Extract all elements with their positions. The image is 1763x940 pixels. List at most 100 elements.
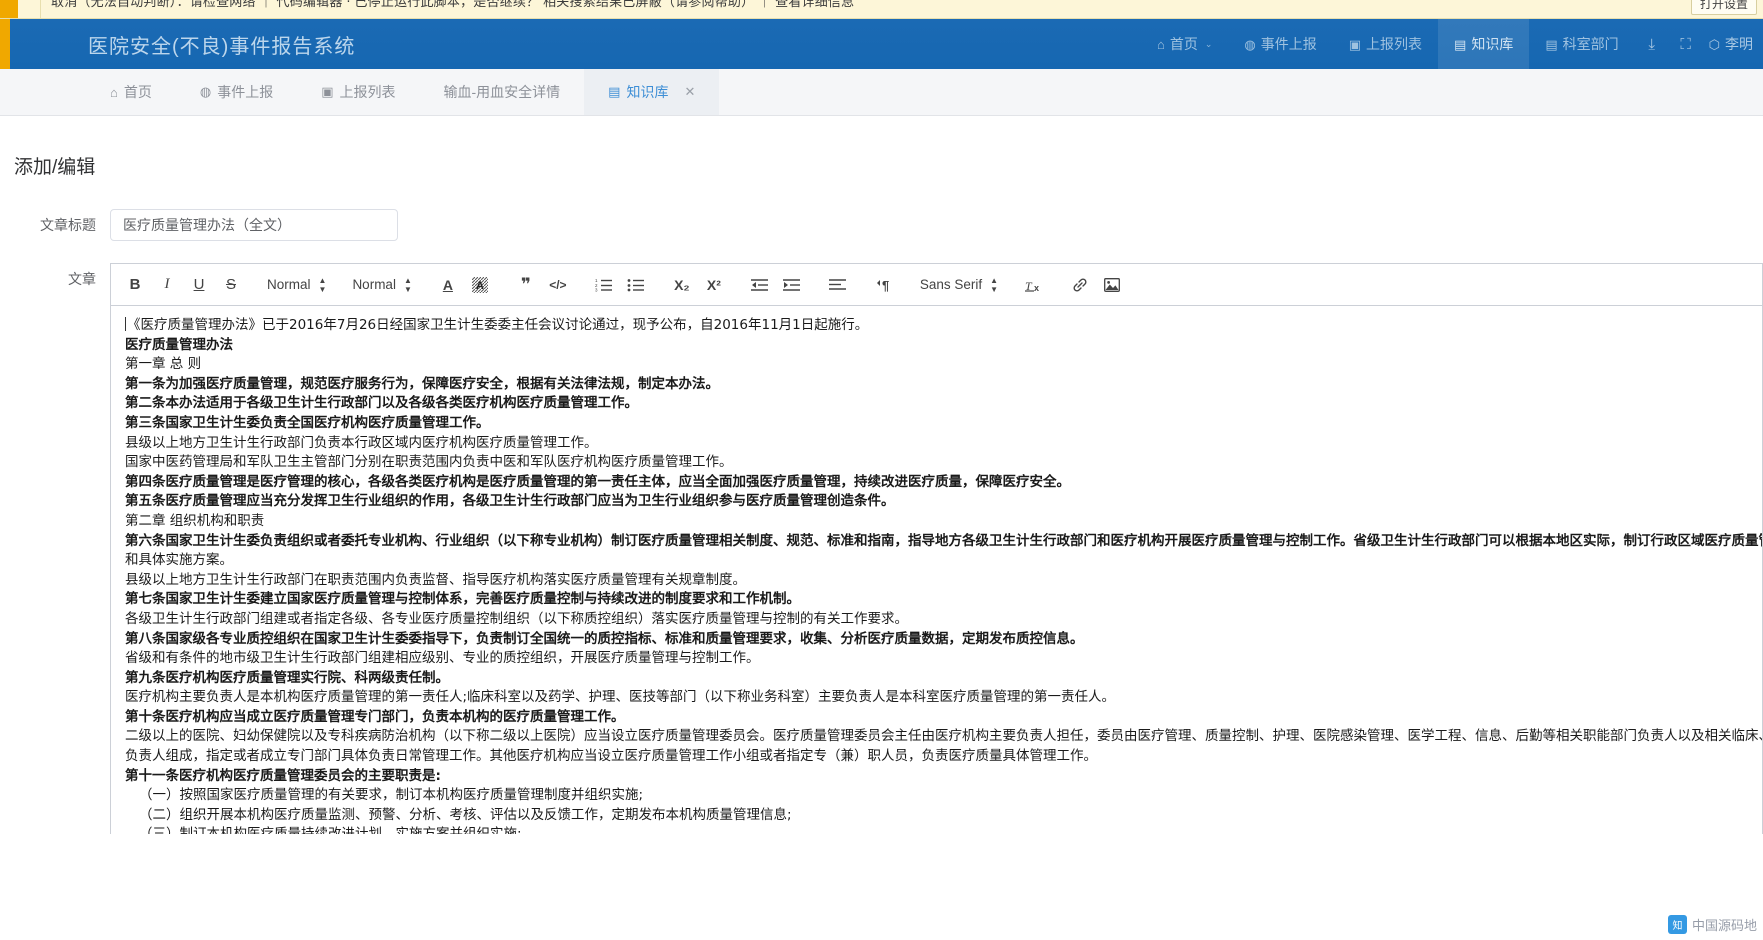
italic-button[interactable]: I (154, 272, 180, 298)
editor-toolbar: B I U S Normal ▲ ▼ Normal ▲ ▼ A A ❞ </> … (111, 264, 1762, 306)
doc-line: 医疗质量管理办法 (125, 336, 233, 353)
toolbar-group-color: A A (432, 272, 496, 298)
chevron-down-icon: ⌄ (1204, 38, 1213, 49)
link-icon[interactable] (1067, 272, 1093, 298)
doc-line: 二级以上的医院、妇幼保健院以及专科疾病防治机构（以下称二级以上医院）应当设立医疗… (125, 728, 1762, 745)
chevron-updown-icon: ▲ ▼ (318, 275, 327, 294)
align-icon[interactable] (825, 272, 851, 298)
image-icon[interactable] (1099, 272, 1125, 298)
home-icon: ⌂ (1157, 36, 1165, 52)
strip-notice-text: 取消（无法自动判断）：请检查网络 ｜ 代码编辑器 ‧ 已停止运行此脚本，是否继续… (51, 0, 855, 9)
doc-line: 第十条医疗机构应当成立医疗质量管理专门部门，负责本机构的医疗质量管理工作。 (125, 708, 625, 725)
strip-inner: 取消（无法自动判断）：请检查网络 ｜ 代码编辑器 ‧ 已停止运行此脚本，是否继续… (40, 0, 1763, 18)
tab-home[interactable]: ⌂ 首页 (86, 69, 176, 115)
rich-text-editor: B I U S Normal ▲ ▼ Normal ▲ ▼ A A ❞ </> … (110, 263, 1763, 834)
doc-line: 国家中医药管理局和军队卫生主管部门分别在职责范围内负责中医和军队医疗机构医疗质量… (125, 454, 733, 471)
toolbar-group-lists: 1 2 3 (588, 272, 652, 298)
doc-line: 第二条本办法适用于各级卫生计生行政部门以及各级各类医疗机构医疗质量管理工作。 (125, 395, 638, 412)
tab-knowledge-base[interactable]: ▤ 知识库 ✕ (584, 69, 720, 115)
tab-report-list[interactable]: ▣ 上报列表 (297, 69, 419, 115)
font-family-value: Sans Serif (919, 277, 983, 292)
doc-line: 第四条医疗质量管理是医疗管理的核心，各级各类医疗机构是医疗质量管理的第一责任主体… (125, 473, 1070, 490)
toolbar-group-format: B I U S (119, 272, 247, 298)
bold-button[interactable]: B (122, 272, 148, 298)
tab-label-home: 首页 (123, 84, 152, 100)
header-level-value: Normal (267, 277, 311, 292)
title-field-label: 文章标题 (40, 217, 96, 233)
text-caret (125, 317, 126, 331)
list-icon: ▣ (321, 84, 334, 99)
fullscreen-icon[interactable]: ⛶ (1669, 19, 1703, 69)
doc-line: 第八条国家级各专业质控组织在国家卫生计生委委指导下，负责制订全国统一的质控指标、… (125, 630, 1084, 647)
list-icon: ▣ (1348, 36, 1362, 52)
book-icon: ▤ (608, 84, 621, 99)
close-icon[interactable]: ✕ (684, 84, 695, 100)
doc-line: （二）组织开展本机构医疗质量监测、预警、分析、考核、评估以及反馈工作，定期发布本… (139, 806, 792, 823)
header-nav-label-home: 首页 (1169, 36, 1198, 52)
tab-label-incident-report: 事件上报 (217, 84, 274, 100)
clear-format-icon[interactable]: T x (1021, 272, 1047, 298)
doc-line: （一）按照国家医疗质量管理的有关要求，制订本机构医疗质量管理制度并组织实施; (139, 787, 644, 804)
header-nav-item-incident-report[interactable]: ◍ 事件上报 (1228, 19, 1332, 69)
header-nav-item-report-list[interactable]: ▣ 上报列表 (1333, 19, 1438, 69)
toolbar-group-script: X₂ X² (666, 272, 730, 298)
header-nav-item-knowledge-base[interactable]: ▤ 知识库 (1438, 19, 1530, 69)
doc-line: 省级和有条件的地市级卫生计生行政部门组建相应级别、专业的质控组织，开展医疗质量管… (125, 650, 760, 667)
underline-button[interactable]: U (186, 272, 212, 298)
download-icon[interactable]: ⤓ (1635, 19, 1669, 69)
header-nav-item-home[interactable]: ⌂ 首页 ⌄ (1141, 19, 1228, 69)
doc-line: 第二章 组织机构和职责 (125, 512, 265, 529)
tab-label-knowledge-base: 知识库 (626, 84, 669, 100)
doc-line: 第五条医疗质量管理应当充分发挥卫生行业组织的作用，各级卫生计生行政部门应当为卫生… (125, 493, 895, 510)
tab-label-report-list: 上报列表 (339, 84, 396, 100)
subscript-button[interactable]: X₂ (669, 272, 695, 298)
content-field-label: 文章 (68, 271, 96, 287)
doc-line: 县级以上地方卫生计生行政部门在职责范围内负责监督、指导医疗机构落实医疗质量管理有… (125, 571, 746, 588)
strikethrough-button[interactable]: S (218, 272, 244, 298)
doc-line: 和具体实施方案。 (125, 552, 233, 569)
editor-content-area[interactable]: 《医疗质量管理办法》已于2016年7月26日经国家卫生计生委委主任会议讨论通过，… (111, 306, 1762, 834)
app-header: 医院安全(不良)事件报告系统 ⌂ 首页 ⌄ ◍ 事件上报 ▣ 上报列表 ▤ 知识… (0, 19, 1763, 69)
bullet-list-icon[interactable] (623, 272, 649, 298)
form-row-title: 文章标题 (0, 209, 1763, 241)
clip-icon: ◍ (199, 84, 212, 99)
doc-line: 第一章 总 则 (125, 356, 202, 373)
header-nav-label-knowledge-base: 知识库 (1471, 36, 1514, 52)
header-level-picker[interactable]: Normal ▲ ▼ (267, 272, 326, 298)
superscript-button[interactable]: X² (701, 272, 727, 298)
tab-transfusion-detail[interactable]: 输血-用血安全详情 (420, 69, 585, 115)
doc-line: 县级以上地方卫生计生行政部门负责本行政区域内医疗机构医疗质量管理工作。 (125, 434, 598, 451)
doc-line: （三）制订本机构医疗质量持续改进计划、实施方案并组织实施; (125, 825, 1748, 834)
background-color-icon[interactable]: A (467, 272, 493, 298)
font-size-value: Normal (352, 277, 396, 292)
code-block-button[interactable]: </> (545, 272, 571, 298)
tab-incident-report[interactable]: ◍ 事件上报 (176, 69, 297, 115)
font-family-picker[interactable]: Sans Serif ▲ ▼ (920, 272, 998, 298)
watermark-badge-icon: 知 (1667, 915, 1687, 934)
doc-line: 《医疗质量管理办法》已于2016年7月26日经国家卫生计生委委主任会议讨论通过，… (125, 317, 869, 333)
user-avatar-icon: ⬡ (1708, 36, 1720, 52)
font-size-picker[interactable]: Normal ▲ ▼ (352, 272, 411, 298)
watermark-text: 中国源码地 (1691, 918, 1757, 933)
department-icon: ▤ (1545, 36, 1558, 52)
outdent-icon[interactable] (747, 272, 773, 298)
ordered-list-icon[interactable]: 1 2 3 (591, 272, 617, 298)
doc-line: 第十一条医疗机构医疗质量管理委员会的主要职责是: (125, 767, 441, 784)
blockquote-button[interactable]: ❞ (513, 272, 539, 298)
indent-icon[interactable] (779, 272, 805, 298)
doc-line: 医疗机构主要负责人是本机构医疗质量管理的第一责任人;临床科室以及药学、护理、医技… (125, 689, 1116, 706)
article-title-input[interactable] (110, 209, 398, 241)
strip-settings-button[interactable]: 打开设置 (1690, 0, 1757, 15)
toolbar-group-indent (744, 272, 808, 298)
form-row-editor: 文章 B I U S Normal ▲ ▼ Normal ▲ ▼ A A ❞ <… (0, 263, 1763, 834)
header-nav-label-report-list: 上报列表 (1366, 36, 1423, 52)
svg-text:x: x (1034, 283, 1039, 292)
user-menu[interactable]: ⬡ 李明 (1703, 19, 1763, 69)
header-nav-item-departments[interactable]: ▤ 科室部门 (1529, 19, 1634, 69)
svg-text:¶: ¶ (882, 278, 889, 292)
doc-line: 各级卫生计生行政部门组建或者指定各级、各专业医疗质量控制组织（以下称质控组织）落… (125, 610, 908, 627)
doc-line: 第六条国家卫生计生委负责组织或者委托专业机构、行业组织（以下称专业机构）制订医疗… (125, 532, 1762, 549)
tab-bar: ⌂ 首页 ◍ 事件上报 ▣ 上报列表 输血-用血安全详情 ▤ 知识库 ✕ (0, 69, 1763, 116)
text-color-icon[interactable]: A (435, 272, 461, 298)
direction-icon[interactable]: ¶ (871, 272, 897, 298)
